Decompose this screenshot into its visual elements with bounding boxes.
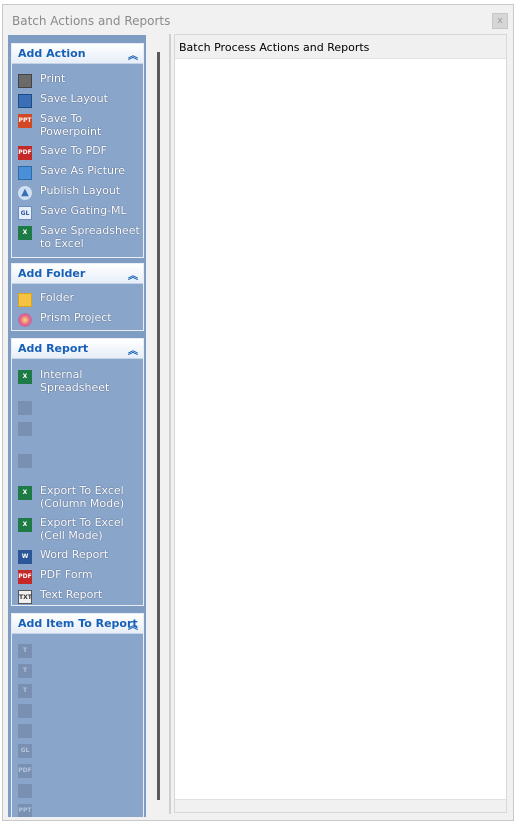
item-label: Internal Spreadsheet [40,368,110,394]
group-title: Add Item To Report [18,617,138,630]
powerpoint-icon: PPT [18,804,32,817]
batch-process-pane: Batch Process Actions and Reports [174,34,507,813]
item-label: Export To Excel (Column Mode) [40,484,125,510]
pane-header: Batch Process Actions and Reports [175,35,506,59]
text-icon: TXT [18,590,32,604]
collapse-chevron-icon[interactable]: ︽ [128,342,138,357]
collapse-chevron-icon[interactable]: ︽ [128,267,138,282]
overlay-icon [18,401,32,415]
item-label: Publish Layout [40,184,121,197]
item-label: Save Spreadsheet to Excel [40,224,140,250]
pane-splitter[interactable] [169,34,171,814]
gating-ml-icon: GL [18,206,32,220]
table-item-icon [18,724,32,738]
group-add-action: Add Action ︽ Print Save Layout PPT Save … [11,43,144,258]
collapse-chevron-icon[interactable]: ︽ [128,47,138,62]
group-title: Add Action [18,47,86,60]
folder-icon [18,293,32,307]
actions-sidebar: Add Action ︽ Print Save Layout PPT Save … [8,35,146,817]
text-item-icon: T [18,664,32,678]
group-header[interactable]: Add Action ︽ [12,44,143,64]
image-item-icon [18,704,32,718]
close-button[interactable]: x [492,13,508,29]
item-label: Text Report [40,588,103,601]
item-label: Word Report [40,548,109,561]
pdf-icon: PDF [18,764,32,778]
group-add-folder: Add Folder ︽ Folder Prism Project [11,263,144,331]
item-label: Save Gating-ML [40,204,127,217]
item-label: PDF Form [40,568,93,581]
powerpoint-icon: PPT [18,114,32,128]
bar-chart-icon [18,454,32,468]
group-title: Add Folder [18,267,86,280]
item-label: Export To Excel (Cell Mode) [40,516,124,542]
printer-icon [18,74,32,88]
item-label: Print [40,72,66,85]
pane-title: Batch Process Actions and Reports [179,41,370,54]
pane-resize-grip[interactable] [175,799,506,812]
pdf-icon: PDF [18,570,32,584]
item-label: Save To Powerpoint [40,112,102,138]
gating-ml-icon: GL [18,744,32,758]
publish-icon: ▲ [18,186,32,200]
group-header[interactable]: Add Report ︽ [12,339,143,359]
title-bar: Batch Actions and Reports x [3,5,513,35]
item-label: Prism Project [40,311,112,324]
save-layout-icon [18,94,32,108]
word-icon: W [18,550,32,564]
group-header[interactable]: Add Folder ︽ [12,264,143,284]
excel-icon: X [18,518,32,532]
picture-icon [18,166,32,180]
picture-icon [18,784,32,798]
item-label: Save As Picture [40,164,126,177]
prism-icon [18,313,32,327]
text-item-icon: T [18,684,32,698]
item-label: Folder [40,291,74,304]
spreadsheet-icon: X [18,370,32,384]
item-label: Save To PDF [40,144,108,157]
pdf-icon: PDF [18,146,32,160]
item-label: Save Layout [40,92,108,105]
window-title: Batch Actions and Reports [12,14,171,28]
collapse-chevron-icon[interactable]: ︽ [128,617,138,632]
group-title: Add Report [18,342,89,355]
text-item-icon: T [18,644,32,658]
group-add-report: Add Report ︽ X Internal Spreadsheet X Ex… [11,338,144,606]
sidebar-scrollbar[interactable] [157,52,160,800]
group-add-item-to-report: Add Item To Report ︽ T T T GL PDF PPT [11,613,144,817]
bar-chart-icon [18,422,32,436]
excel-icon: X [18,486,32,500]
excel-icon: X [18,226,32,240]
group-header[interactable]: Add Item To Report ︽ [12,614,143,634]
